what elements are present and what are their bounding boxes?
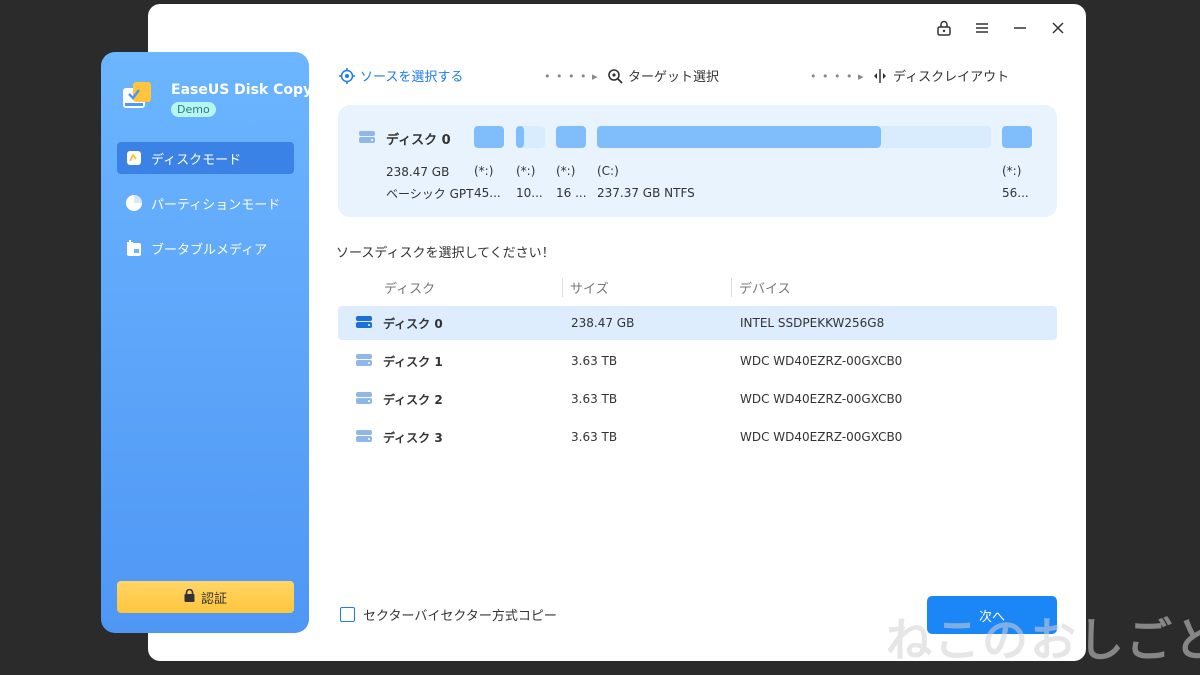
device-cell: WDC WD40EZRZ-00GXCB0 — [740, 430, 903, 444]
sidebar-item-bootable-media[interactable]: ブータブルメディア — [117, 232, 294, 264]
auth-button[interactable]: 認証 — [117, 581, 294, 613]
partition-label: (*:) 56... — [1002, 160, 1029, 204]
hard-drive-icon — [358, 130, 376, 148]
sidebar-item-label: ディスクモード — [151, 152, 242, 168]
table-row[interactable]: ディスク 1 3.63 TB WDC WD40EZRZ-00GXCB0 — [338, 344, 1057, 378]
step-target[interactable]: ターゲット選択 — [606, 66, 719, 85]
device-cell: WDC WD40EZRZ-00GXCB0 — [740, 392, 903, 406]
column-header-disk[interactable]: ディスク — [384, 278, 435, 297]
sidebar-item-label: パーティションモード — [151, 197, 281, 213]
partition-bar[interactable] — [474, 126, 504, 148]
disk-size: 238.47 GB — [386, 165, 450, 179]
partition-letter: (*:) — [516, 164, 536, 178]
partition-pie-icon — [125, 194, 143, 212]
sector-copy-checkbox[interactable] — [340, 607, 355, 622]
disk-layout-panel: ディスク 0 238.47 GB ベーシック GPT (*:) 45... (*… — [338, 105, 1057, 217]
close-icon[interactable] — [1048, 18, 1068, 38]
size-cell: 3.63 TB — [571, 430, 618, 444]
disk-cell: ディスク 1 — [355, 353, 443, 370]
partition-detail: 16 ... — [556, 186, 587, 200]
titlebar-controls — [934, 18, 1068, 38]
size-cell: 3.63 TB — [571, 392, 618, 406]
disk-panel-info: 238.47 GB ベーシック GPT — [386, 161, 473, 205]
size-cell: 238.47 GB — [571, 316, 635, 330]
sector-by-sector-option[interactable]: セクターバイセクター方式コピー — [340, 605, 557, 624]
step-separator: • • • • ▸ — [544, 70, 599, 83]
partition-letter: (*:) — [1002, 164, 1022, 178]
partition-bar-c[interactable] — [597, 126, 881, 148]
partition-bar[interactable] — [516, 126, 524, 148]
table-row[interactable]: ディスク 3 3.63 TB WDC WD40EZRZ-00GXCB0 — [338, 420, 1057, 454]
disk-cell: ディスク 3 — [355, 429, 443, 446]
partition-detail: 56... — [1002, 186, 1029, 200]
easeus-logo-icon — [119, 78, 155, 114]
disk-panel-header: ディスク 0 — [358, 129, 451, 148]
disk-type: ベーシック GPT — [386, 187, 474, 201]
partition-label: (C:) 237.37 GB NTFS — [597, 160, 695, 204]
partition-label: (*:) 16 ... — [556, 160, 587, 204]
wizard-steps: ソースを選択する • • • • ▸ ターゲット選択 • • • • ▸ ディス… — [338, 66, 1009, 88]
table-header: ディスク サイズ デバイス — [338, 272, 1057, 302]
sidebar-item-disk-mode[interactable]: ディスクモード — [117, 142, 294, 174]
partition-letter: (*:) — [556, 164, 576, 178]
hard-drive-icon — [355, 391, 373, 408]
step-separator: • • • • ▸ — [810, 70, 865, 83]
partition-detail: 10... — [516, 186, 543, 200]
device-cell: INTEL SSDPEKKW256G8 — [740, 316, 885, 330]
hard-drive-icon — [355, 353, 373, 370]
disk-table: ディスク サイズ デバイス ディスク 0 238.47 GB INTEL SSD… — [338, 272, 1057, 454]
sidebar: EaseUS Disk Copy Demo ディスクモード パーティションモード — [101, 52, 312, 633]
disk-name: ディスク 2 — [383, 393, 443, 407]
column-header-size[interactable]: サイズ — [562, 278, 609, 297]
disk-name: ディスク 0 — [383, 317, 443, 331]
size-cell: 3.63 TB — [571, 354, 618, 368]
partition-label: (*:) 10... — [516, 160, 543, 204]
brand: EaseUS Disk Copy Demo — [119, 78, 312, 117]
lock-icon[interactable] — [934, 18, 954, 38]
app-window: EaseUS Disk Copy Demo ディスクモード パーティションモード — [101, 4, 1086, 661]
partition-detail: 237.37 GB NTFS — [597, 186, 695, 200]
demo-badge: Demo — [171, 102, 216, 117]
partition-letter: (C:) — [597, 164, 619, 178]
table-row[interactable]: ディスク 0 238.47 GB INTEL SSDPEKKW256G8 — [338, 306, 1057, 340]
disk-cell: ディスク 0 — [355, 315, 443, 332]
partition-letter: (*:) — [474, 164, 494, 178]
disk-name: ディスク 3 — [383, 431, 443, 445]
disk-name: ディスク 1 — [383, 355, 443, 369]
minimize-icon[interactable] — [1010, 18, 1030, 38]
watermark-text: ねこのおしごと — [886, 613, 1200, 667]
disk-cell: ディスク 2 — [355, 391, 443, 408]
target-crosshair-icon — [338, 67, 356, 85]
select-source-prompt: ソースディスクを選択してください！ — [336, 246, 555, 261]
partition-label: (*:) 45... — [474, 160, 501, 204]
hard-drive-icon — [355, 429, 373, 446]
disk-mode-icon — [125, 149, 143, 167]
sidebar-item-label: ブータブルメディア — [151, 242, 268, 258]
table-row[interactable]: ディスク 2 3.63 TB WDC WD40EZRZ-00GXCB0 — [338, 382, 1057, 416]
partition-bar[interactable] — [556, 126, 586, 148]
disk-panel-name: ディスク 0 — [386, 133, 451, 148]
app-name: EaseUS Disk Copy — [171, 82, 313, 98]
step-source-label: ソースを選択する — [360, 70, 464, 85]
sidebar-nav: ディスクモード パーティションモード ブータブルメディア — [117, 142, 294, 277]
step-layout[interactable]: ディスクレイアウト — [871, 66, 1009, 85]
search-target-icon — [606, 67, 624, 85]
column-header-device[interactable]: デバイス — [731, 278, 791, 297]
menu-icon[interactable] — [972, 18, 992, 38]
lock-icon — [184, 588, 195, 605]
layout-split-icon — [871, 67, 889, 85]
bootable-media-icon — [125, 239, 143, 257]
step-layout-label: ディスクレイアウト — [893, 70, 1010, 85]
step-source[interactable]: ソースを選択する — [338, 66, 463, 85]
device-cell: WDC WD40EZRZ-00GXCB0 — [740, 354, 903, 368]
hard-drive-icon — [355, 315, 373, 332]
partition-detail: 45... — [474, 186, 501, 200]
sidebar-item-partition-mode[interactable]: パーティションモード — [117, 187, 294, 219]
sector-copy-label: セクターバイセクター方式コピー — [363, 609, 557, 624]
partition-bar[interactable] — [1002, 126, 1032, 148]
step-target-label: ターゲット選択 — [628, 70, 720, 85]
auth-label: 認証 — [200, 591, 227, 607]
